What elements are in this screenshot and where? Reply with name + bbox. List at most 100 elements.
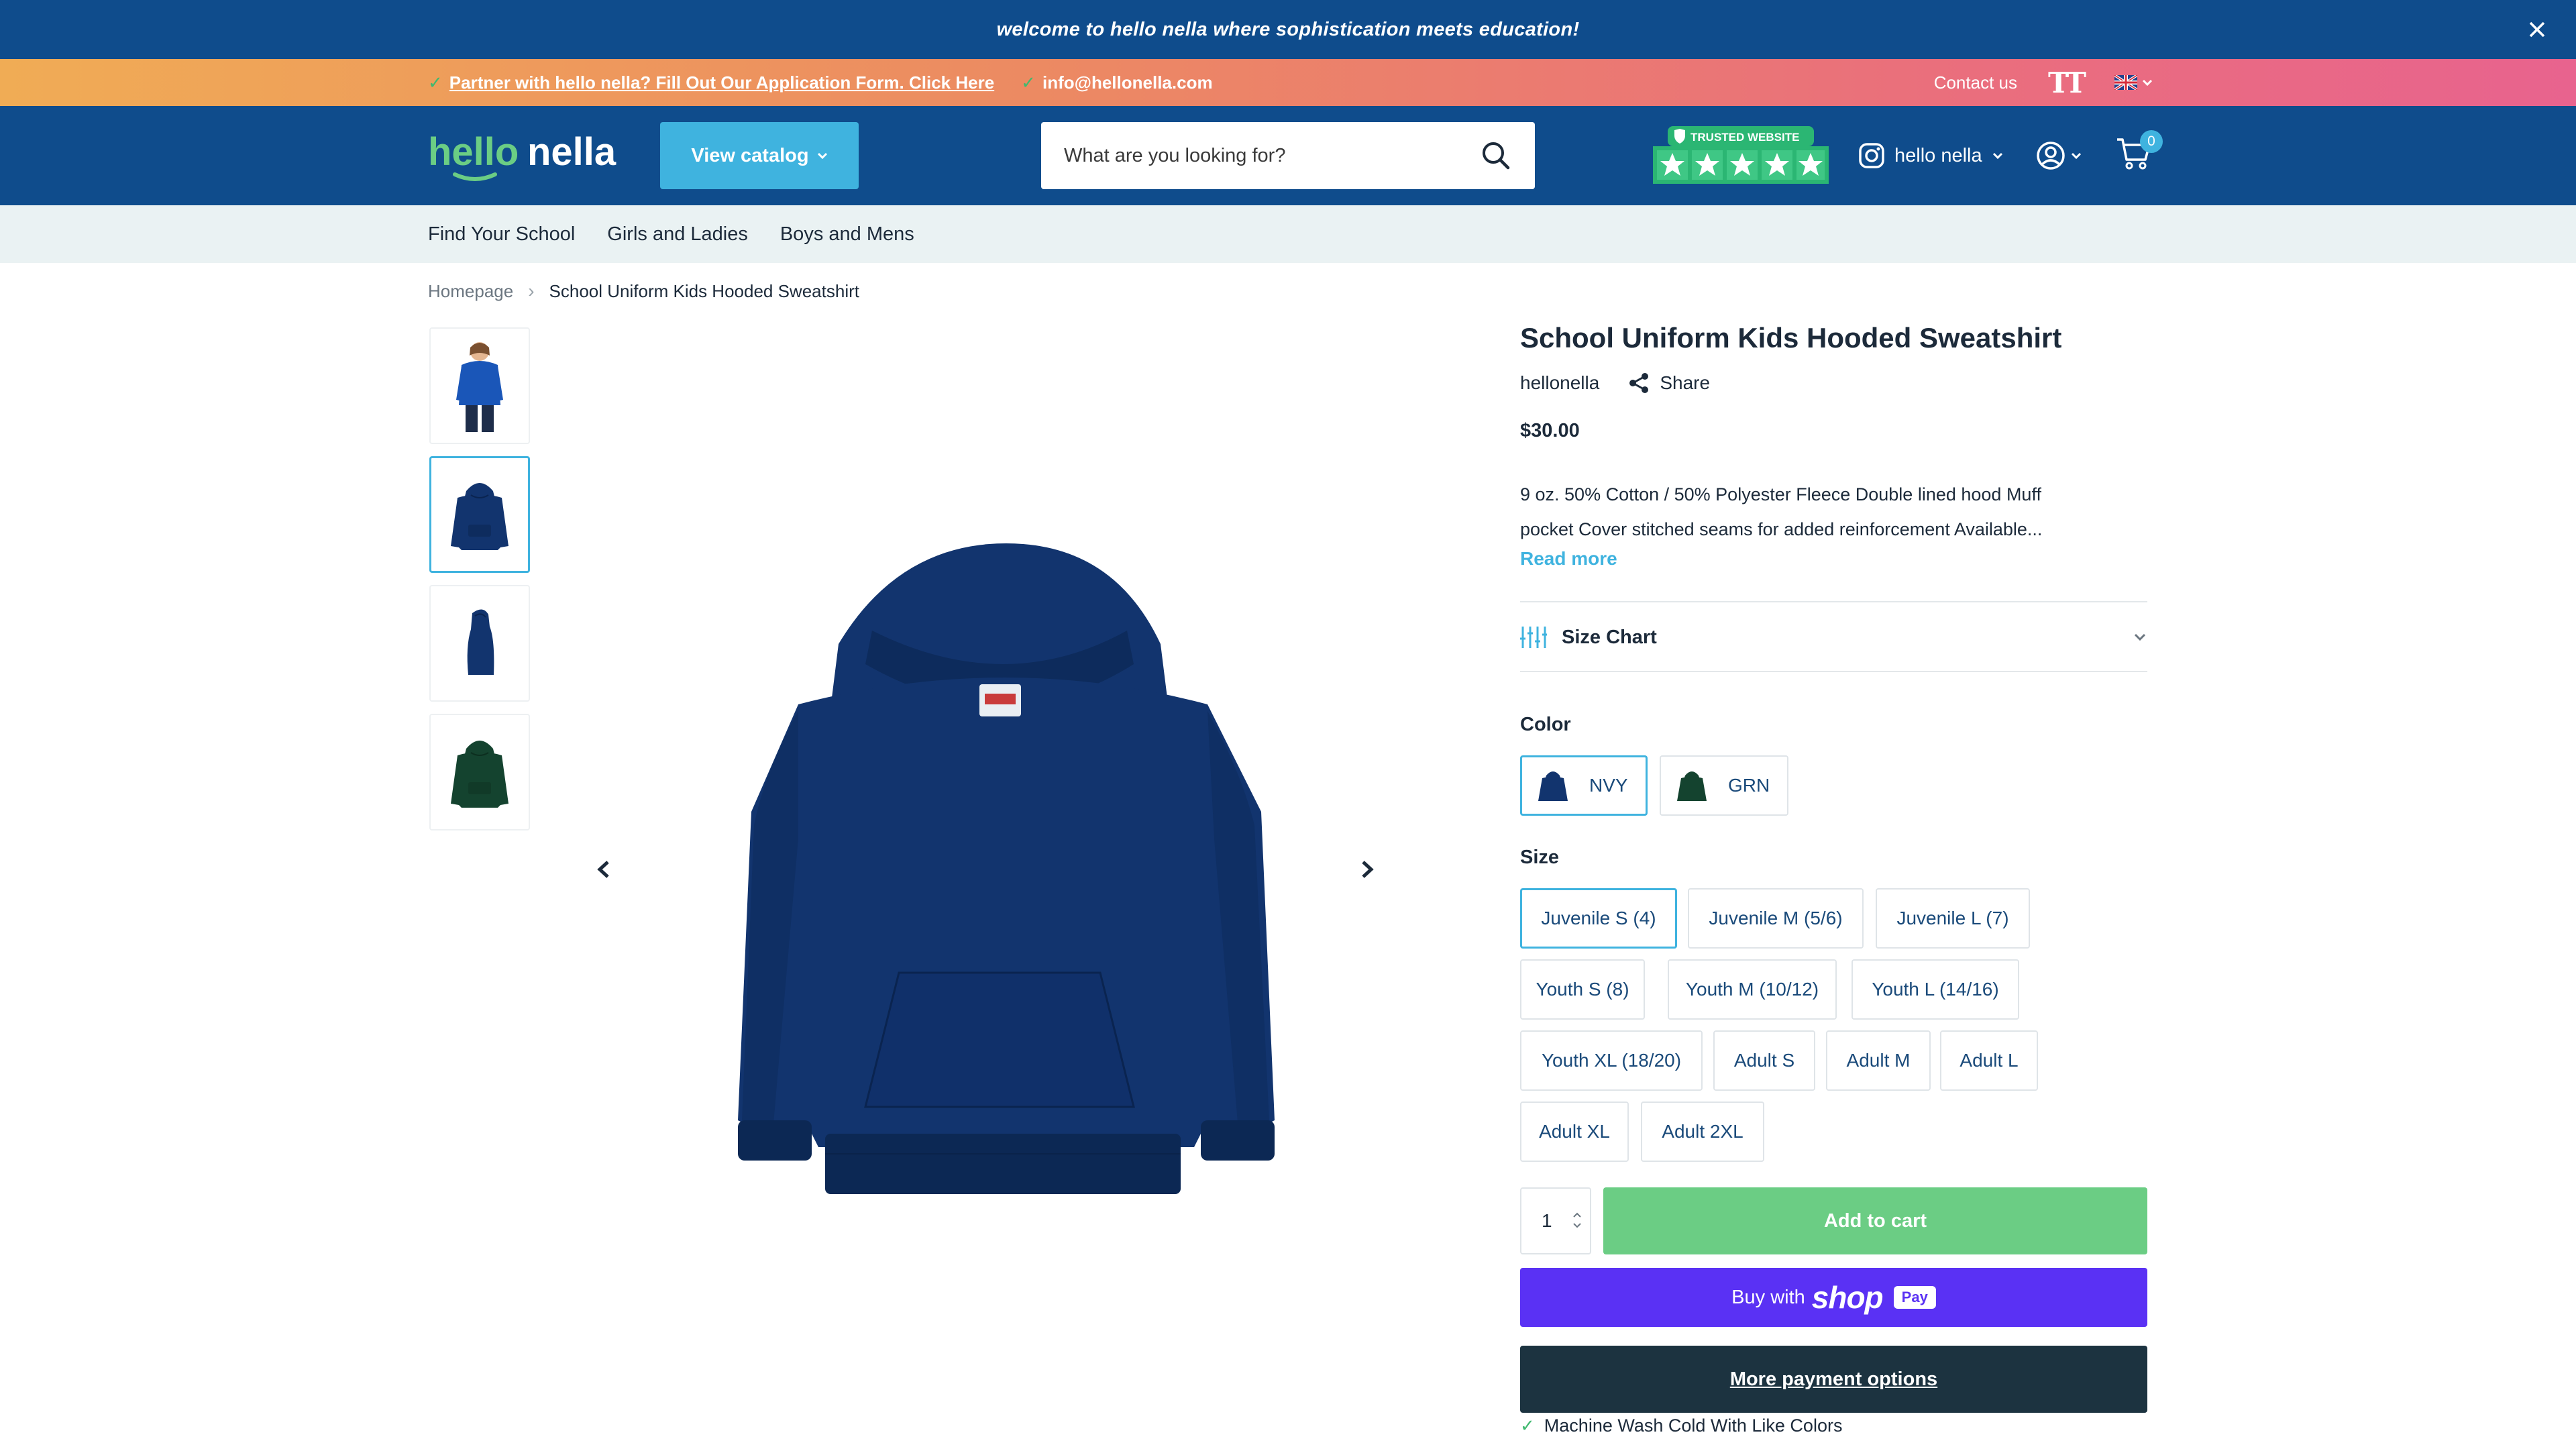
quantity-value: 1 xyxy=(1542,1210,1552,1231)
account-menu[interactable] xyxy=(2035,137,2082,174)
svg-text:TRUSTED WEBSITE: TRUSTED WEBSITE xyxy=(1690,131,1799,144)
description-line: 9 oz. 50% Cotton / 50% Polyester Fleece … xyxy=(1520,484,2041,504)
share-icon xyxy=(1629,373,1649,393)
color-swatch-label: NVY xyxy=(1589,775,1628,796)
increment-icon[interactable] xyxy=(1572,1212,1582,1218)
quantity-stepper[interactable]: 1 xyxy=(1520,1187,1591,1254)
chevron-left-icon xyxy=(597,861,609,878)
chevron-right-icon: › xyxy=(528,280,535,301)
product-thumbnail[interactable] xyxy=(429,327,530,444)
shop-pay-button[interactable]: Buy with shop Pay xyxy=(1520,1268,2147,1327)
partner-link-item[interactable]: ✓ Partner with hello nella? Fill Out Our… xyxy=(428,72,994,93)
size-option[interactable]: Youth M (10/12) xyxy=(1668,959,1837,1020)
svg-text:nella: nella xyxy=(527,130,616,174)
contact-link[interactable]: Contact us xyxy=(1934,72,2017,93)
model-hoodie-thumbnail-image xyxy=(456,342,503,432)
shop-pay-logo: shop xyxy=(1811,1280,1884,1315)
size-label: Size xyxy=(1520,847,1560,868)
care-instructions: ✓ Machine Wash Cold With Like Colors xyxy=(1520,1415,1842,1436)
navy-hoodie-thumbnail-image xyxy=(451,483,508,550)
nav-item-girls-ladies[interactable]: Girls and Ladies xyxy=(607,223,748,246)
size-option[interactable]: Adult 2XL xyxy=(1641,1102,1764,1162)
view-catalog-label: View catalog xyxy=(691,144,809,166)
size-option[interactable]: Adult XL xyxy=(1520,1102,1629,1162)
uk-flag-icon xyxy=(2114,75,2137,90)
view-catalog-button[interactable]: View catalog xyxy=(660,122,859,189)
share-button[interactable]: Share xyxy=(1627,372,1710,394)
announcement-text: welcome to hello nella where sophisticat… xyxy=(996,18,1580,40)
product-vendor[interactable]: hellonella xyxy=(1520,372,1599,394)
product-info: School Uniform Kids Hooded Sweatshirt he… xyxy=(1520,322,2147,570)
text-size-icon[interactable]: TT xyxy=(2048,66,2086,99)
language-selector[interactable] xyxy=(2114,75,2153,90)
trusted-website-badge[interactable]: TRUSTED WEBSITE xyxy=(1653,126,1829,184)
care-note: Machine Wash Cold With Like Colors xyxy=(1544,1415,1843,1436)
chevron-down-icon xyxy=(817,152,827,160)
divider xyxy=(1520,601,2147,602)
size-chart-toggle[interactable]: Size Chart xyxy=(1520,604,2147,671)
size-chart-label: Size Chart xyxy=(1562,626,1657,648)
site-logo[interactable]: hello nella xyxy=(428,130,623,184)
add-to-cart-button[interactable]: Add to cart xyxy=(1603,1187,2147,1254)
instagram-link[interactable]: hello nella xyxy=(1858,137,2004,174)
product-thumbnail[interactable] xyxy=(429,585,530,702)
breadcrumb-home[interactable]: Homepage xyxy=(428,281,513,302)
search-input[interactable] xyxy=(1041,122,1480,189)
green-hoodie-swatch-image xyxy=(1677,771,1707,801)
email-item[interactable]: ✓ info@hellonella.com xyxy=(1021,72,1212,93)
search-icon[interactable] xyxy=(1480,140,1512,172)
size-option[interactable]: Juvenile M (5/6) xyxy=(1688,888,1864,949)
product-main-image xyxy=(738,543,1275,1194)
product-price: $30.00 xyxy=(1520,420,1580,441)
nav-item-boys-mens[interactable]: Boys and Mens xyxy=(780,223,914,246)
chevron-right-icon xyxy=(1362,861,1374,878)
ruler-icon xyxy=(1520,627,1547,648)
partner-link[interactable]: Partner with hello nella? Fill Out Our A… xyxy=(449,72,994,93)
decrement-icon[interactable] xyxy=(1572,1222,1582,1229)
breadcrumb: Homepage › School Uniform Kids Hooded Sw… xyxy=(428,280,859,302)
product-description: 9 oz. 50% Cotton / 50% Polyester Fleece … xyxy=(1520,477,2147,547)
check-icon: ✓ xyxy=(1520,1415,1535,1436)
chevron-down-icon xyxy=(2071,152,2082,160)
navy-hoodie-side-thumbnail-image xyxy=(467,609,494,675)
color-label: Color xyxy=(1520,714,1571,735)
navy-hoodie-swatch-image xyxy=(1538,771,1568,801)
next-image-button[interactable] xyxy=(1354,856,1381,883)
breadcrumb-current: School Uniform Kids Hooded Sweatshirt xyxy=(549,280,859,301)
close-icon[interactable] xyxy=(2522,15,2552,44)
chevron-down-icon xyxy=(2142,79,2153,87)
email-link[interactable]: info@hellonella.com xyxy=(1042,72,1213,93)
read-more-link[interactable]: Read more xyxy=(1520,548,2147,570)
nav-item-find-school[interactable]: Find Your School xyxy=(428,223,575,246)
shop-pay-pill: Pay xyxy=(1893,1286,1936,1309)
main-nav: Find Your School Girls and Ladies Boys a… xyxy=(0,205,2576,263)
svg-text:hello: hello xyxy=(428,130,519,174)
size-option[interactable]: Youth XL (18/20) xyxy=(1520,1030,1703,1091)
share-label: Share xyxy=(1660,372,1711,393)
size-option[interactable]: Adult M xyxy=(1826,1030,1931,1091)
color-swatch-label: GRN xyxy=(1728,775,1770,796)
promo-bar: ✓ Partner with hello nella? Fill Out Our… xyxy=(0,59,2576,106)
more-payment-options-button[interactable]: More payment options xyxy=(1520,1346,2147,1413)
prev-image-button[interactable] xyxy=(590,856,617,883)
size-option[interactable]: Juvenile L (7) xyxy=(1876,888,2030,949)
description-line: pocket Cover stitched seams for added re… xyxy=(1520,519,2043,539)
cart-button[interactable]: 0 xyxy=(2116,130,2163,176)
size-option[interactable]: Adult S xyxy=(1713,1030,1815,1091)
search-bar xyxy=(1041,122,1535,189)
product-thumbnail-active[interactable] xyxy=(429,456,530,573)
announcement-bar: welcome to hello nella where sophisticat… xyxy=(0,0,2576,59)
size-option[interactable]: Youth L (14/16) xyxy=(1851,959,2019,1020)
product-thumbnail[interactable] xyxy=(429,714,530,830)
product-title: School Uniform Kids Hooded Sweatshirt xyxy=(1520,322,2062,354)
instagram-label: hello nella xyxy=(1894,144,1982,166)
user-icon xyxy=(2037,142,2065,170)
size-option[interactable]: Juvenile S (4) xyxy=(1520,888,1677,949)
chevron-down-icon xyxy=(1992,152,2002,160)
divider xyxy=(1520,671,2147,672)
cart-count-badge: 0 xyxy=(2140,130,2163,153)
size-option[interactable]: Adult L xyxy=(1940,1030,2038,1091)
size-option[interactable]: Youth S (8) xyxy=(1520,959,1645,1020)
color-swatch-grn[interactable]: GRN xyxy=(1660,755,1788,816)
color-swatch-nvy[interactable]: NVY xyxy=(1520,755,1648,816)
